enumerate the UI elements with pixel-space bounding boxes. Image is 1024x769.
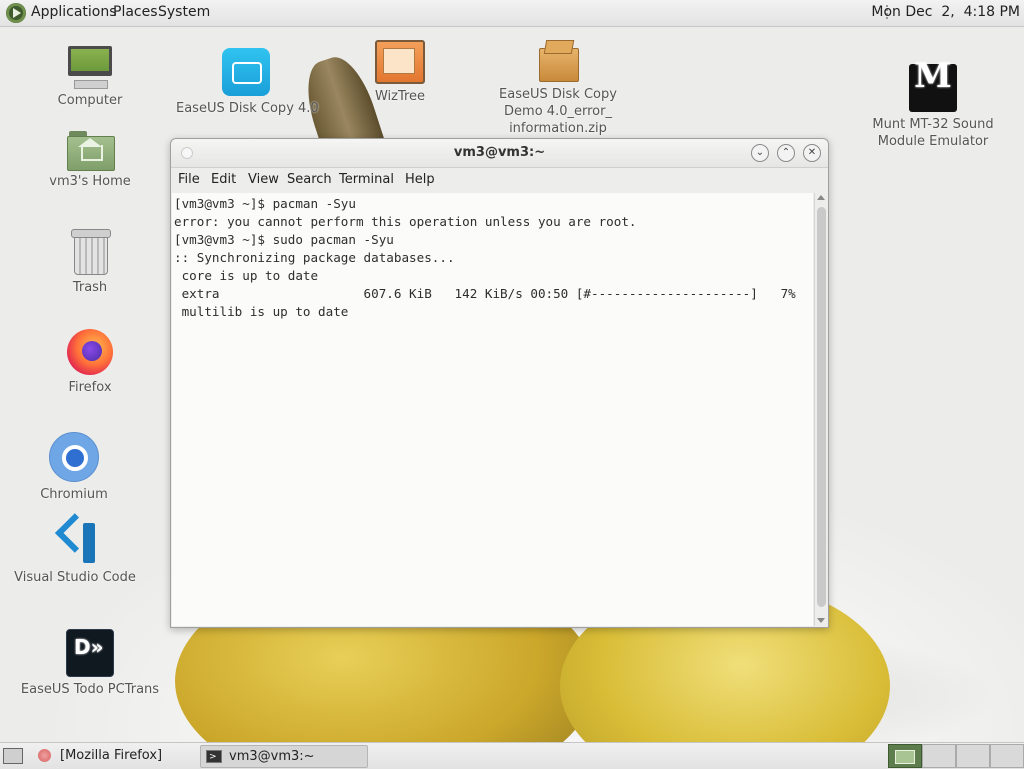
desktop-icon-vscode[interactable]: Visual Studio Code	[10, 513, 140, 586]
home-folder-icon	[67, 129, 115, 171]
window-title: vm3@vm3:~	[453, 145, 546, 160]
terminal-menubar: File Edit View Search Terminal Help	[171, 168, 828, 192]
terminal-line: extra 607.6 KiB 142 KiB/s 00:50 [#------…	[174, 286, 796, 301]
terminal-icon	[206, 747, 222, 768]
firefox-icon	[38, 749, 51, 762]
terminal-text: [vm3@vm3 ~]$ pacman -Syu error: you cann…	[172, 193, 813, 323]
desktop-icon-label-line1: EaseUS Disk Copy	[499, 87, 617, 102]
trash-icon	[70, 229, 111, 275]
show-desktop-icon[interactable]	[3, 748, 23, 764]
taskbar-item-terminal[interactable]: vm3@vm3:~	[200, 745, 368, 768]
scroll-down-icon[interactable]	[817, 618, 825, 623]
desktop-icon-error-zip[interactable]: EaseUS Disk Copy Demo 4.0_error_ informa…	[490, 40, 626, 137]
desktop-icon-trash[interactable]: Trash	[40, 229, 140, 296]
chevron-up-icon[interactable]: ⌃	[777, 144, 795, 162]
menu-search[interactable]: Search	[287, 172, 332, 187]
bottom-panel: [Mozilla Firefox] vm3@vm3:~	[0, 742, 1024, 769]
desktop-icon-home[interactable]: vm3's Home	[40, 129, 140, 190]
chevron-down-icon[interactable]: ⌄	[751, 144, 769, 162]
system-menu[interactable]: System	[158, 4, 210, 20]
desktop-icon-label-line1: Munt MT-32 Sound	[872, 117, 994, 132]
workspace-switcher[interactable]	[888, 744, 1024, 768]
close-icon[interactable]: ✕	[803, 144, 821, 162]
desktop-icon-label-line2: Demo 4.0_error_	[504, 104, 612, 119]
desktop-icon-label: Computer	[57, 93, 123, 108]
terminal-line: error: you cannot perform this operation…	[174, 214, 637, 229]
places-menu[interactable]: Places	[113, 4, 158, 20]
desktop-icon-todo-pctrans[interactable]: EaseUS Todo PCTrans	[15, 629, 165, 698]
desktop-icon-chromium[interactable]: Chromium	[24, 432, 124, 503]
desktop-icon-label: WizTree	[374, 89, 426, 104]
zip-archive-icon	[539, 40, 579, 82]
workspace-1[interactable]	[888, 744, 922, 768]
desktop-icon-label-line3: information.zip	[509, 121, 607, 136]
taskbar-item-firefox[interactable]: [Mozilla Firefox]	[32, 745, 198, 766]
terminal-line: :: Synchronizing package databases...	[174, 250, 455, 265]
chromium-icon	[49, 432, 99, 482]
easeus-disk-copy-icon	[222, 48, 270, 96]
terminal-line: multilib is up to date	[174, 304, 349, 319]
desktop-icon-label: vm3's Home	[49, 174, 131, 189]
workspace-3[interactable]	[956, 744, 990, 768]
clock[interactable]: Mon Dec 2, 4:18 PM	[871, 4, 1020, 20]
easeus-todo-icon	[66, 629, 114, 677]
desktop-icon-label: EaseUS Disk Copy 4.0	[176, 101, 319, 116]
desktop-icon-label: Chromium	[40, 487, 108, 502]
menu-edit[interactable]: Edit	[211, 172, 236, 187]
wiztree-icon	[375, 40, 425, 84]
terminal-scrollbar[interactable]	[814, 193, 828, 626]
window-titlebar[interactable]: vm3@vm3:~ ⌄ ⌃ ✕	[171, 139, 828, 168]
desktop-icon-label: EaseUS Todo PCTrans	[20, 682, 160, 697]
desktop-icon-label: Trash	[72, 280, 108, 295]
munt-icon	[909, 64, 957, 112]
firefox-icon	[67, 329, 113, 375]
desktop-icon-computer[interactable]: Computer	[40, 46, 140, 109]
workspace-4[interactable]	[990, 744, 1024, 768]
distro-logo-icon[interactable]	[6, 3, 26, 23]
top-panel: Applications Places System Mon Dec 2, 4:…	[0, 0, 1024, 27]
desktop-icon-firefox[interactable]: Firefox	[40, 329, 140, 396]
applications-menu[interactable]: Applications	[31, 4, 117, 20]
menu-view[interactable]: View	[248, 172, 279, 187]
desktop-icon-label: Firefox	[68, 380, 112, 395]
computer-icon	[66, 46, 114, 89]
menu-help[interactable]: Help	[405, 172, 435, 187]
menu-file[interactable]: File	[178, 172, 200, 187]
terminal-output[interactable]: [vm3@vm3 ~]$ pacman -Syu error: you cann…	[172, 193, 813, 626]
scrollbar-thumb[interactable]	[817, 207, 826, 607]
scroll-up-icon[interactable]	[817, 195, 825, 200]
workspace-2[interactable]	[922, 744, 956, 768]
terminal-line: [vm3@vm3 ~]$ pacman -Syu	[174, 196, 356, 211]
vscode-icon	[53, 513, 97, 565]
desktop-icon-easeus-disk-copy[interactable]: EaseUS Disk Copy 4.0	[176, 48, 319, 117]
terminal-line: core is up to date	[174, 268, 319, 283]
desktop-icon-wiztree[interactable]: WizTree	[350, 40, 450, 105]
desktop-icon-munt[interactable]: Munt MT-32 Sound Module Emulator	[868, 64, 998, 150]
terminal-line: [vm3@vm3 ~]$ sudo pacman -Syu	[174, 232, 394, 247]
terminal-window[interactable]: vm3@vm3:~ ⌄ ⌃ ✕ File Edit View Search Te…	[170, 138, 829, 628]
desktop-icon-label: Visual Studio Code	[14, 570, 136, 585]
menu-terminal[interactable]: Terminal	[339, 172, 394, 187]
taskbar-item-label: vm3@vm3:~	[229, 749, 315, 764]
desktop-icon-label-line2: Module Emulator	[877, 134, 989, 149]
taskbar-item-label: [Mozilla Firefox]	[60, 748, 163, 763]
